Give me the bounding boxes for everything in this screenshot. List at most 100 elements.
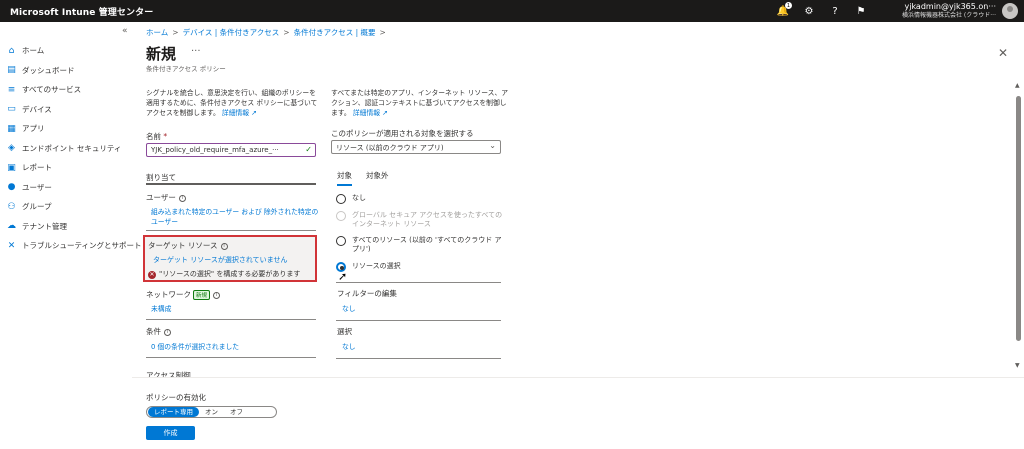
sidebar-item-devices[interactable]: ▭ デバイス [6,100,142,120]
users-label: ユーザー i [146,192,186,203]
network-label-text: ネットワーク [146,290,191,299]
radio-circle[interactable] [336,194,346,204]
target-resources-error-text: "リソースの選択" を構成する必要があります [159,270,301,278]
info-icon[interactable]: i [164,328,171,336]
conditions-label: 条件 i [146,326,171,337]
help-icon[interactable]: ? [827,3,843,19]
sidebar-item-label: グループ [22,202,52,212]
network-value-link[interactable]: 未構成 [151,304,171,314]
breadcrumb-home[interactable]: ホーム [146,28,168,37]
target-resources-label: ターゲット リソース i [148,240,228,251]
divider [146,319,316,320]
sidebar-item-all-services[interactable]: ≡ すべてのサービス [6,80,142,100]
select-value-link[interactable]: なし [342,342,356,352]
group-icon: ⚇ [7,201,16,212]
target-resources-link[interactable]: ターゲット リソースが選択されていません [153,255,287,265]
include-exclude-tabs: 対象 対象外 [337,170,389,186]
app-title[interactable]: Microsoft Intune 管理センター [0,5,153,18]
radio-global-secure-access-label: グローバル セキュア アクセスを使ったすべてのインターネット リソース [352,211,503,228]
breadcrumb-devices-ca[interactable]: デバイス | 条件付きアクセス [183,28,280,37]
assignments-header: 割り当て [146,173,176,182]
apps-icon: ▦ [7,123,16,134]
apply-to-value: リソース (以前のクラウド アプリ) [336,144,444,152]
target-resources-error-box: ターゲット リソース i ターゲット リソースが選択されていません ✕ "リソースの… [143,235,317,282]
more-options-icon[interactable]: ··· [191,46,201,57]
radio-circle[interactable] [336,236,346,246]
avatar[interactable] [1002,3,1018,19]
settings-icon[interactable]: ⚙ [801,3,817,19]
external-link-icon: ↗ [251,109,257,117]
tab-include[interactable]: 対象 [337,170,352,186]
sidebar-item-reports[interactable]: ▣ レポート [6,158,142,178]
sidebar-item-home[interactable]: ⌂ ホーム [6,41,142,61]
info-icon[interactable]: i [213,291,221,299]
notification-icon[interactable]: 🔔 1 [775,2,792,19]
apply-to-label: このポリシーが適用される対象を選択する [331,129,474,138]
right-description: すべてまたは特定のアプリ、インターネット リソース、アクション、認証コンテキスト… [331,88,509,118]
conditions-label-text: 条件 [146,327,161,336]
users-label-text: ユーザー [146,193,176,202]
users-value-link[interactable]: 組み込まれた特定のユーザー および 除外された特定のユーザー [151,207,321,227]
sidebar-item-label: アプリ [22,124,45,134]
shield-icon: ◈ [8,143,15,154]
sidebar-item-dashboard[interactable]: ▤ ダッシュボード [6,61,142,81]
scroll-up-icon[interactable]: ▲ [1015,82,1020,89]
filter-value-link[interactable]: なし [342,304,356,314]
option-on[interactable]: オン [199,407,224,417]
radio-all-resources-label: すべてのリソース (以前の 'すべてのクラウド アプリ') [352,236,502,253]
name-label: 名前 * [146,131,167,142]
radio-none[interactable]: なし [336,194,366,204]
breadcrumb-ca-overview[interactable]: 条件付きアクセス | 概要 [294,28,376,37]
create-button[interactable]: 作成 [146,426,195,440]
radio-all-resources[interactable]: すべてのリソース (以前の 'すべてのクラウド アプリ') [336,236,506,254]
sidebar-item-label: ダッシュボード [22,65,75,75]
scrollbar-thumb[interactable] [1016,96,1021,341]
access-control-label: アクセス制御 [146,371,191,377]
target-resources-error: ✕ "リソースの選択" を構成する必要があります [148,269,300,279]
external-link-icon: ↗ [382,109,388,117]
divider [336,320,501,321]
left-learn-more-link[interactable]: 詳細情報 [222,109,249,117]
divider [336,282,501,283]
info-icon[interactable]: i [178,194,186,202]
feedback-icon[interactable]: ⚑ [853,3,869,19]
breadcrumb: ホーム > デバイス | 条件付きアクセス > 条件付きアクセス | 概要 > [146,28,386,37]
left-description: シグナルを統合し、意思決定を行い、組織のポリシーを適用するために、条件付きアクセ… [146,88,321,118]
sidebar-item-label: デバイス [22,104,52,114]
home-icon: ⌂ [8,45,15,56]
dashboard-icon: ▤ [7,65,16,76]
policy-name-input[interactable]: YJK_policy_old_require_mfa_azure_··· ✓ [146,143,316,157]
sidebar-nav: ⌂ ホーム ▤ ダッシュボード ≡ すべてのサービス ▭ デバイス ▦ アプリ ◈ エンドポ… [6,41,142,256]
right-learn-more-link[interactable]: 詳細情報 [353,109,380,117]
select-label: 選択 [337,327,352,336]
scrollbar[interactable]: ▲ ▼ [1015,82,1022,372]
new-badge: 新規 [193,290,211,300]
close-icon[interactable]: ✕ [998,46,1008,60]
sidebar-item-users[interactable]: ● ユーザー [6,178,142,198]
option-report-only[interactable]: レポート専用 [148,407,199,417]
sidebar-item-troubleshooting[interactable]: ✕ トラブルシューティングとサポート [6,236,142,256]
account-tenant: 横浜情報機器株式会社 (クラウド··· [902,12,996,19]
notification-badge: 1 [785,2,792,9]
page-title: 新規 [146,45,177,63]
sidebar-item-tenant[interactable]: ☁ テナント管理 [6,217,142,237]
collapse-sidebar-icon[interactable]: « [122,26,128,36]
apply-to-dropdown[interactable]: リソース (以前のクラウド アプリ) ⌄ [331,140,501,154]
list-icon: ≡ [7,84,16,95]
sidebar-item-label: テナント管理 [22,221,67,231]
device-icon: ▭ [7,104,16,115]
option-off[interactable]: オフ [224,407,249,417]
sidebar-item-apps[interactable]: ▦ アプリ [6,119,142,139]
account-info[interactable]: yjkadmin@yjk365.on··· 横浜情報機器株式会社 (クラウド··… [902,2,996,20]
tab-exclude[interactable]: 対象外 [366,170,389,186]
required-asterisk: * [163,132,168,141]
policy-name-value: YJK_policy_old_require_mfa_azure_··· [151,146,279,154]
scroll-down-icon[interactable]: ▼ [1015,362,1020,369]
top-bar: Microsoft Intune 管理センター 🔔 1 ⚙ ? ⚑ yjkadmi… [0,0,1024,22]
sidebar-item-endpoint-security[interactable]: ◈ エンドポイント セキュリティ [6,139,142,159]
conditions-value-link[interactable]: 0 個の条件が選択されました [151,342,239,352]
radio-circle [336,211,346,221]
sidebar-item-groups[interactable]: ⚇ グループ [6,197,142,217]
info-icon[interactable]: i [220,242,228,250]
page-subtitle: 条件付きアクセス ポリシー [146,65,226,73]
